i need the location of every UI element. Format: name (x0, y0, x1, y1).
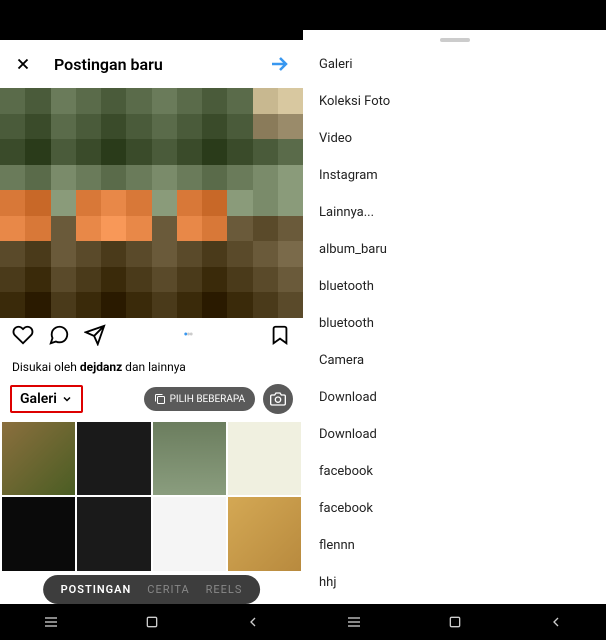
mode-tabs: POSTINGAN CERITA REELS (43, 575, 261, 604)
status-bar-right (303, 0, 606, 30)
folder-item[interactable]: facebook (303, 490, 606, 527)
folder-item[interactable]: bluetooth (303, 305, 606, 342)
sheet-drag-handle[interactable] (440, 38, 470, 42)
chevron-down-icon (61, 393, 73, 405)
folder-item[interactable]: flennn (303, 527, 606, 564)
next-arrow-icon[interactable] (267, 52, 291, 76)
back-icon[interactable] (548, 614, 564, 630)
folder-item[interactable]: Lainnya... (303, 194, 606, 231)
right-phone-screen: Galeri Koleksi Foto Video Instagram Lain… (303, 0, 606, 640)
home-icon[interactable] (447, 614, 463, 630)
folder-item[interactable]: facebook (303, 453, 606, 490)
folder-item[interactable]: hhj (303, 564, 606, 601)
gallery-thumb[interactable] (2, 497, 75, 570)
folder-item[interactable]: Video (303, 120, 606, 157)
gallery-folder-selector[interactable]: Galeri (10, 385, 83, 413)
gallery-thumb[interactable] (2, 422, 75, 495)
folder-item[interactable]: Download (303, 379, 606, 416)
home-icon[interactable] (144, 614, 160, 630)
gallery-thumb[interactable] (153, 497, 226, 570)
folder-item[interactable]: Instagram (303, 157, 606, 194)
gallery-selector-label: Galeri (20, 391, 57, 407)
post-actions-row: ••• (0, 318, 303, 352)
recents-icon[interactable] (346, 614, 362, 630)
preview-image: ••• (0, 88, 303, 358)
gallery-thumb[interactable] (77, 497, 150, 570)
pixelated-preview (0, 88, 303, 318)
gallery-thumbnails (0, 422, 303, 571)
page-title: Postingan baru (54, 55, 267, 74)
likes-text: Disukai oleh dejdanz dan lainnya (0, 358, 303, 376)
select-multiple-button[interactable]: PILIH BEBERAPA (144, 387, 255, 411)
carousel-dots: ••• (120, 327, 255, 343)
folder-item[interactable]: album_baru (303, 231, 606, 268)
folder-item[interactable]: Download (303, 416, 606, 453)
left-phone-screen: Postingan baru ••• Disukai oleh de (0, 0, 303, 640)
gallery-thumb[interactable] (77, 422, 150, 495)
new-post-header: Postingan baru (0, 40, 303, 88)
tab-post[interactable]: POSTINGAN (61, 583, 132, 596)
system-navbar-right (303, 604, 606, 640)
stack-icon (154, 393, 166, 405)
folder-item[interactable]: bluetooth (303, 268, 606, 305)
recents-icon[interactable] (43, 614, 59, 630)
tab-reels[interactable]: REELS (206, 583, 243, 596)
close-icon[interactable] (12, 53, 34, 75)
folder-item[interactable]: Galeri (303, 46, 606, 83)
folder-item[interactable]: Koleksi Foto (303, 83, 606, 120)
folder-picker-sheet: Galeri Koleksi Foto Video Instagram Lain… (303, 30, 606, 604)
camera-icon (270, 391, 286, 407)
system-navbar-left (0, 604, 303, 640)
comment-icon[interactable] (48, 324, 70, 346)
gallery-thumb[interactable] (153, 422, 226, 495)
back-icon[interactable] (245, 614, 261, 630)
share-icon[interactable] (84, 324, 106, 346)
heart-icon[interactable] (12, 324, 34, 346)
gallery-selector-row: Galeri PILIH BEBERAPA (0, 376, 303, 422)
gallery-thumb[interactable] (228, 422, 301, 495)
status-bar-left (0, 0, 303, 40)
gallery-thumb[interactable] (228, 497, 301, 570)
tab-story[interactable]: CERITA (147, 583, 189, 596)
camera-button[interactable] (263, 384, 293, 414)
bookmark-icon[interactable] (269, 324, 291, 346)
folder-item[interactable]: Camera (303, 342, 606, 379)
